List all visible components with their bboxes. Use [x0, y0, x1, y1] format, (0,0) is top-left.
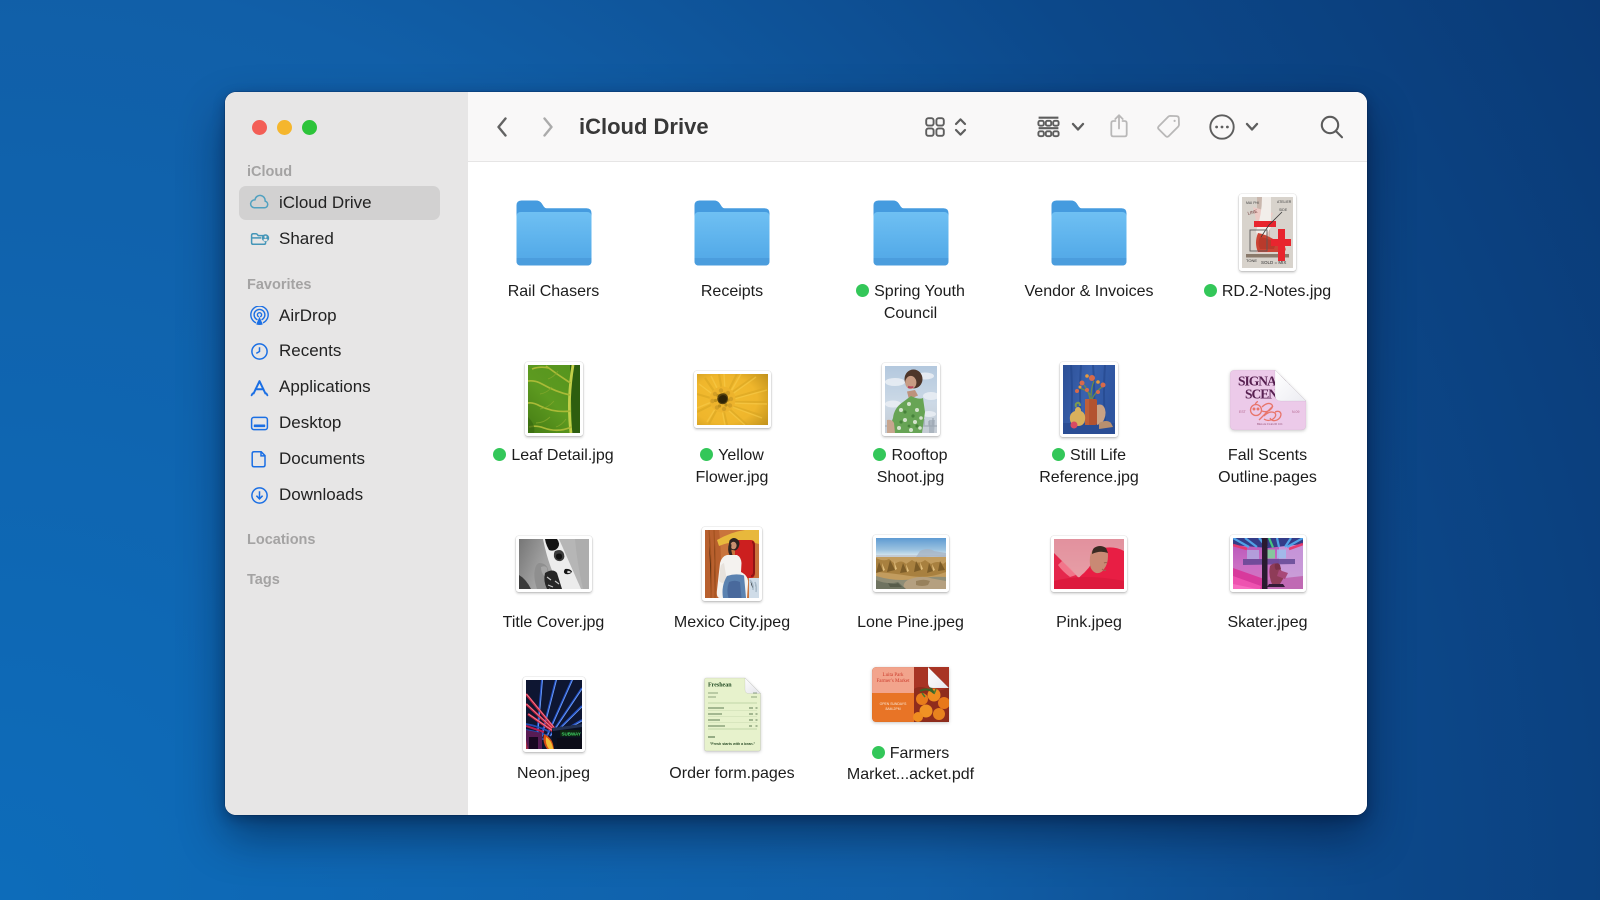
svg-text:MAI PHI: MAI PHI: [1246, 201, 1259, 205]
svg-text:BELLE FLEUR CO.: BELLE FLEUR CO.: [1257, 422, 1283, 426]
svg-text:SIDE: SIDE: [1279, 208, 1288, 212]
svg-text:TONE: TONE: [1246, 258, 1257, 263]
svg-text:EST: EST: [1239, 410, 1247, 414]
svg-text:8AM-2PM: 8AM-2PM: [885, 707, 900, 711]
svg-text:"Fresh starts with a bean.": "Fresh starts with a bean.": [709, 742, 755, 746]
svg-text:Luita Park: Luita Park: [883, 673, 904, 678]
svg-text:Freshean: Freshean: [708, 683, 732, 689]
svg-text:SOLD = MIX: SOLD = MIX: [1261, 260, 1286, 265]
svg-text:SUBWAY: SUBWAY: [561, 732, 580, 737]
svg-text:ATELIER: ATELIER: [1277, 200, 1292, 204]
svg-text:OPEN SUNDAYS: OPEN SUNDAYS: [880, 702, 907, 706]
svg-text:Farmer's Market: Farmer's Market: [877, 679, 911, 684]
svg-text:N.09: N.09: [1292, 410, 1299, 414]
